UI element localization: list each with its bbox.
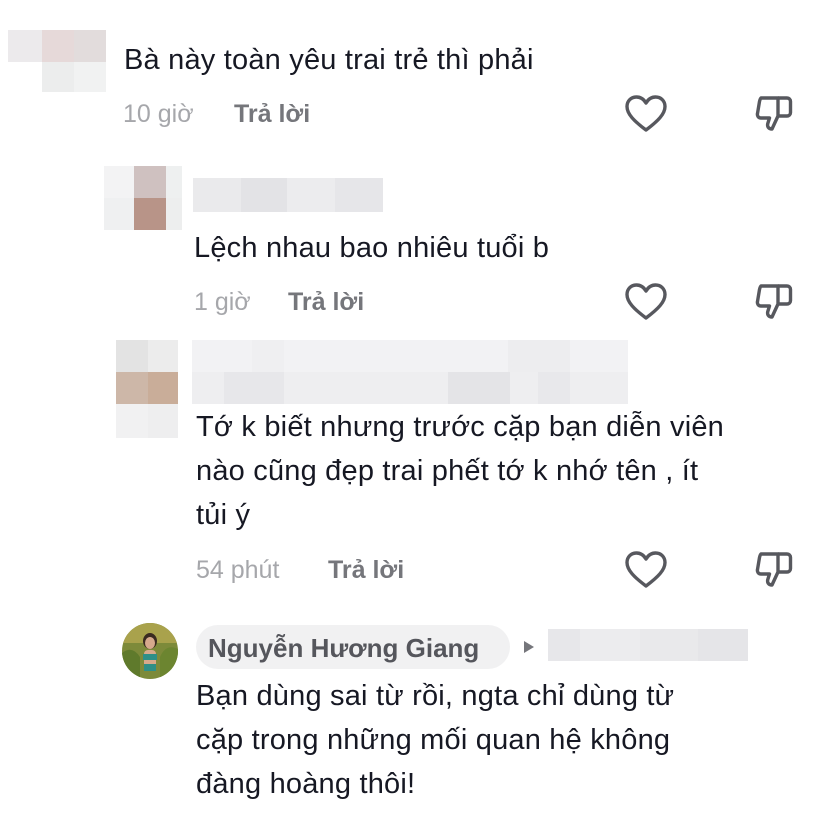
comment-time: 10 giờ <box>123 100 194 128</box>
comment-text-line-2: cặp trong những mối quan hệ không <box>196 724 671 756</box>
avatar-blurred[interactable] <box>116 340 178 438</box>
reply-button[interactable]: Trả lời <box>234 100 310 129</box>
avatar[interactable] <box>122 623 178 679</box>
reply-target-blurred[interactable] <box>548 629 748 661</box>
heart-icon[interactable] <box>624 550 668 590</box>
comment-text-line-1: Bạn dùng sai từ rồi, ngta chỉ dùng từ <box>196 680 675 712</box>
avatar-blurred[interactable] <box>8 30 106 92</box>
comment-text-line-3: đàng hoàng thôi! <box>196 768 416 800</box>
avatar-blurred[interactable] <box>104 166 182 230</box>
thumbs-down-icon[interactable] <box>752 550 796 590</box>
comment-text-line-1: Tớ k biết nhưng trước cặp bạn diễn viên <box>196 411 724 443</box>
comment-3: Tớ k biết nhưng trước cặp bạn diễn viên … <box>0 330 829 605</box>
thumbs-down-icon[interactable] <box>752 282 796 322</box>
comment-text-line-3: tủi ý <box>196 499 251 531</box>
reply-button[interactable]: Trả lời <box>328 556 404 585</box>
comment-2: Lệch nhau bao nhiêu tuổi b 1 giờ Trả lời <box>0 150 829 330</box>
username-blurred[interactable] <box>193 178 383 212</box>
comment-time: 54 phút <box>196 556 280 584</box>
heart-icon[interactable] <box>624 94 668 134</box>
username: Nguyễn Hương Giang <box>208 633 480 663</box>
comment-text-line-2: nào cũng đẹp trai phết tớ k nhớ tên , ít <box>196 455 699 487</box>
heart-icon[interactable] <box>624 282 668 322</box>
comment-1: Bà này toàn yêu trai trẻ thì phải 10 giờ… <box>0 0 829 150</box>
username-pill[interactable]: Nguyễn Hương Giang <box>196 625 510 669</box>
comment-4: Nguyễn Hương Giang Bạn dùng sai từ rồi, … <box>0 605 829 814</box>
comment-time: 1 giờ <box>194 288 251 316</box>
comment-text: Lệch nhau bao nhiêu tuổi b <box>194 232 550 264</box>
username-blurred[interactable] <box>192 340 628 404</box>
thumbs-down-icon[interactable] <box>752 94 796 134</box>
reply-button[interactable]: Trả lời <box>288 288 364 317</box>
caret-right-icon <box>524 641 534 653</box>
comment-text: Bà này toàn yêu trai trẻ thì phải <box>124 44 534 76</box>
avatar-image <box>122 623 178 679</box>
